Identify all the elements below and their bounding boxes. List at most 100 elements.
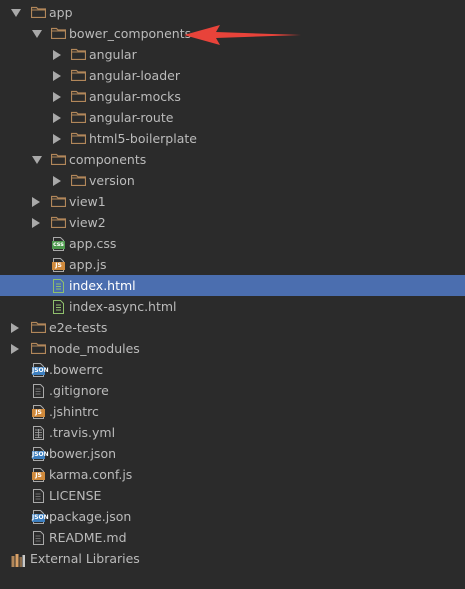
tree-item-label: .gitignore [49, 383, 109, 398]
tree-folder-view1[interactable]: view1 [0, 191, 465, 212]
json-file-icon: JSON [32, 362, 49, 377]
tree-item-label: app.js [69, 257, 107, 272]
js-file-icon: JS [32, 467, 45, 482]
folder-icon [71, 90, 86, 102]
tree-item-label: index.html [69, 278, 136, 293]
tree-folder-angular-route[interactable]: angular-route [0, 107, 465, 128]
html-file-icon [52, 299, 65, 314]
folder-icon [71, 48, 86, 60]
chevron-right-icon[interactable] [53, 176, 61, 186]
tree-file-readme-md[interactable]: README.md [0, 527, 465, 548]
tree-file-bowerrc[interactable]: JSON .bowerrc [0, 359, 465, 380]
tree-item-label: .travis.yml [49, 425, 116, 440]
chevron-right-icon[interactable] [53, 134, 61, 144]
tree-item-label: angular [89, 47, 137, 62]
tree-file-license[interactable]: LICENSE [0, 485, 465, 506]
chevron-right-icon[interactable] [53, 92, 61, 102]
json-file-icon: JSON [32, 446, 49, 461]
tree-folder-version[interactable]: version [0, 170, 465, 191]
file-type-badge: JS [55, 262, 62, 269]
chevron-right-icon[interactable] [32, 197, 40, 207]
tree-file-karma-conf-js[interactable]: JS karma.conf.js [0, 464, 465, 485]
chevron-down-icon[interactable] [32, 156, 42, 164]
chevron-down-icon[interactable] [32, 30, 42, 38]
tree-folder-angular-loader[interactable]: angular-loader [0, 65, 465, 86]
folder-icon [31, 321, 46, 333]
tree-item-label: app [49, 5, 73, 20]
chevron-right-icon[interactable] [53, 50, 61, 60]
tree-item-label: node_modules [49, 341, 140, 356]
tree-item-label: External Libraries [30, 551, 140, 566]
tree-folder-e2e-tests[interactable]: e2e-tests [0, 317, 465, 338]
tree-file-app-css[interactable]: css app.css [0, 233, 465, 254]
tree-item-label: angular-loader [89, 68, 180, 83]
external-libraries-icon [11, 552, 25, 573]
tree-file-package-json[interactable]: JSON package.json [0, 506, 465, 527]
file-type-badge: JS [35, 472, 42, 479]
tree-folder-app[interactable]: app [0, 2, 465, 23]
folder-icon [51, 153, 66, 165]
folder-icon [71, 69, 86, 81]
yml-file-icon [32, 425, 45, 440]
folder-icon [31, 342, 46, 354]
json-file-icon: JSON [32, 509, 49, 524]
chevron-right-icon[interactable] [32, 218, 40, 228]
file-type-badge: JS [35, 409, 42, 416]
chevron-down-icon[interactable] [11, 9, 21, 17]
tree-item-label: karma.conf.js [49, 467, 133, 482]
tree-folder-components[interactable]: components [0, 149, 465, 170]
tree-item-label: angular-route [89, 110, 174, 125]
project-tree: app bower_componentsangular angular-loader… [0, 2, 465, 569]
text-file-icon [32, 488, 45, 503]
tree-file-app-js[interactable]: JS app.js [0, 254, 465, 275]
tree-file-jshintrc[interactable]: JS .jshintrc [0, 401, 465, 422]
file-type-badge: JSON [32, 514, 49, 521]
tree-item-label: view1 [69, 194, 106, 209]
text-file-icon [32, 383, 45, 398]
tree-file-bower-json[interactable]: JSON bower.json [0, 443, 465, 464]
css-file-icon: css [52, 236, 65, 251]
tree-item-label: index-async.html [69, 299, 177, 314]
tree-folder-angular-mocks[interactable]: angular-mocks [0, 86, 465, 107]
tree-item-label: .jshintrc [49, 404, 99, 419]
tree-item-label: version [89, 173, 135, 188]
tree-item-label: bower_components [69, 26, 192, 41]
file-type-badge: JSON [32, 451, 49, 458]
chevron-right-icon[interactable] [11, 344, 19, 354]
tree-file-travis-yml[interactable]: .travis.yml [0, 422, 465, 443]
annotation-arrow [184, 25, 301, 45]
tree-item-label: bower.json [49, 446, 117, 461]
file-type-badge: css [53, 241, 64, 248]
chevron-right-icon[interactable] [11, 323, 19, 333]
folder-icon [51, 27, 66, 39]
tree-folder-angular[interactable]: angular [0, 44, 465, 65]
folder-icon [51, 216, 66, 228]
file-type-badge: JSON [32, 367, 49, 374]
js-file-icon: JS [52, 257, 65, 272]
folder-icon [71, 132, 86, 144]
tree-file-index-html[interactable]: index.html [0, 275, 465, 296]
chevron-right-icon[interactable] [53, 113, 61, 123]
folder-icon [71, 111, 86, 123]
tree-item-label: README.md [49, 530, 127, 545]
js-file-icon: JS [32, 404, 45, 419]
tree-folder-html5-boilerplate[interactable]: html5-boilerplate [0, 128, 465, 149]
tree-item-label: package.json [49, 509, 132, 524]
tree-node-external-libraries[interactable]: External Libraries [0, 548, 465, 569]
tree-file-index-async-html[interactable]: index-async.html [0, 296, 465, 317]
tree-file-gitignore[interactable]: .gitignore [0, 380, 465, 401]
folder-icon [71, 174, 86, 186]
tree-folder-view2[interactable]: view2 [0, 212, 465, 233]
tree-item-label: app.css [69, 236, 117, 251]
tree-item-label: .bowerrc [49, 362, 104, 377]
html-file-icon [52, 278, 65, 293]
folder-icon [51, 195, 66, 207]
chevron-right-icon[interactable] [53, 71, 61, 81]
tree-item-label: html5-boilerplate [89, 131, 197, 146]
tree-folder-node-modules[interactable]: node_modules [0, 338, 465, 359]
tree-item-label: LICENSE [49, 488, 102, 503]
tree-item-label: view2 [69, 215, 106, 230]
tree-item-label: e2e-tests [49, 320, 108, 335]
tree-item-label: angular-mocks [89, 89, 181, 104]
folder-icon [31, 6, 46, 18]
